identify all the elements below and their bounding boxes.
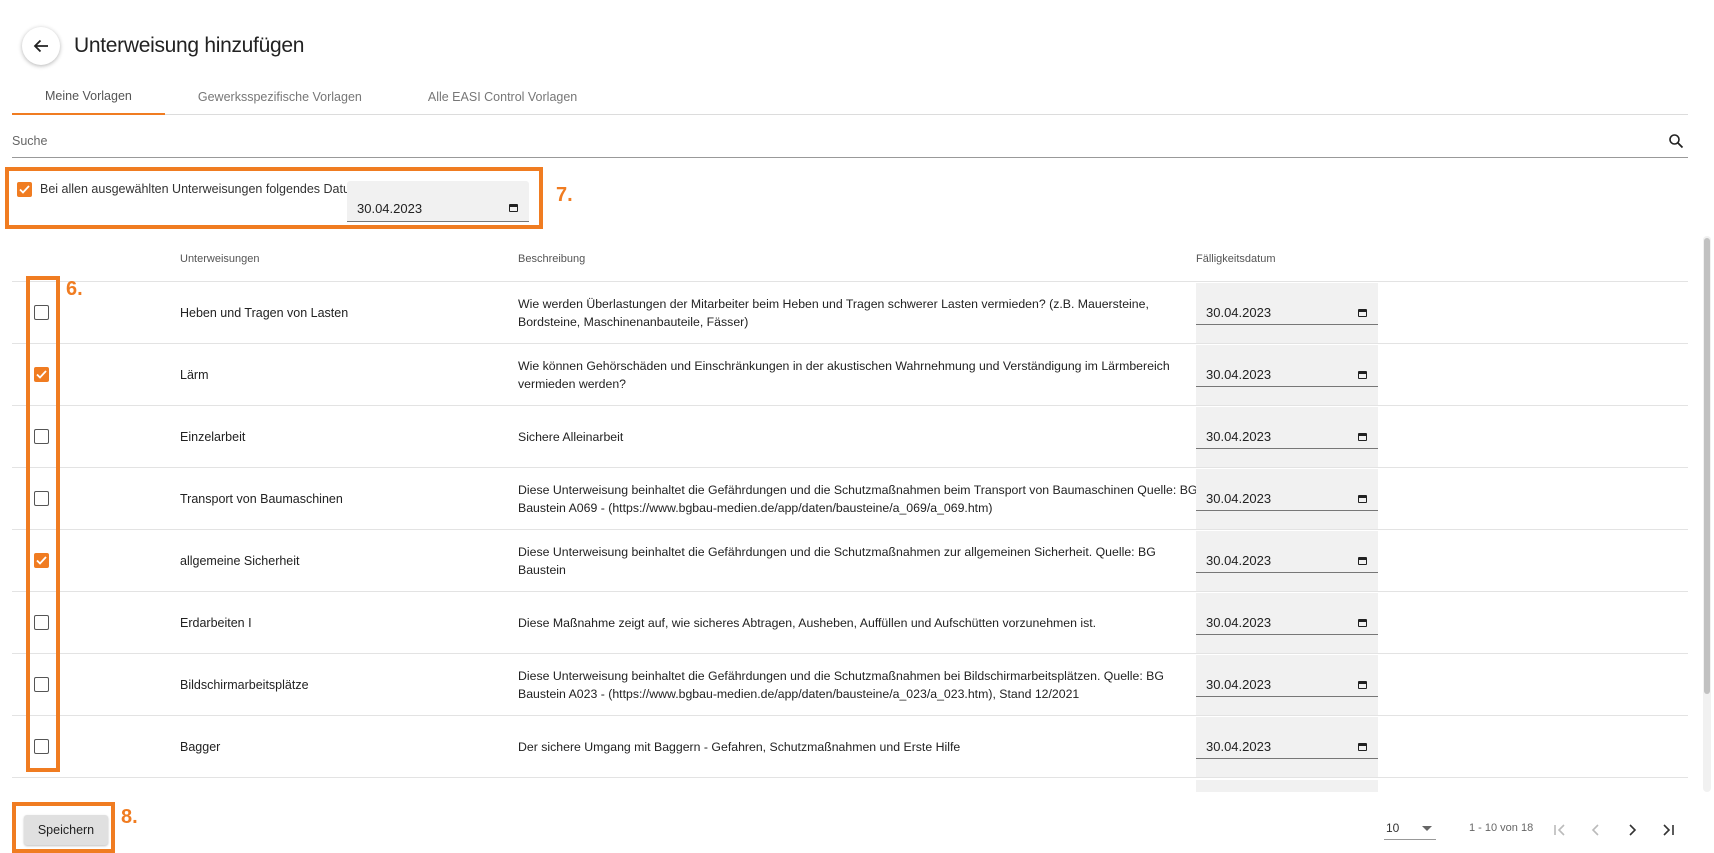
calendar-icon[interactable] [509, 204, 518, 212]
calendar-icon[interactable] [1358, 371, 1367, 379]
row-due-date-value: 30.04.2023 [1206, 491, 1272, 506]
row-name: Einzelarbeit [180, 430, 246, 444]
row-due-date-value: 30.04.2023 [1206, 429, 1272, 444]
row-description: Diese Unterweisung beinhaltet die Gefähr… [518, 669, 1164, 701]
table-row: Lärm Wie können Gehörschäden und Einschrä… [12, 344, 1688, 406]
row-due-date-value: 30.04.2023 [1206, 739, 1272, 754]
page-size-select[interactable]: 10 [1384, 818, 1436, 840]
row-due-date-value: 30.04.2023 [1206, 553, 1272, 568]
row-description: Sichere Alleinarbeit [518, 430, 624, 444]
row-due-date-field[interactable]: 30.04.2023 [1196, 717, 1378, 777]
row-name: Bildschirmarbeitsplätze [180, 678, 309, 692]
row-description: Diese Maßnahme zeigt auf, wie sicheres A… [518, 616, 1097, 630]
row-due-date-field[interactable]: 30.04.2023 [1196, 283, 1378, 343]
table-row: Transport von Baumaschinen Diese Unterwei… [12, 468, 1688, 530]
table-row: Bildschirmarbeitsplätze Diese Unterweisun… [12, 654, 1688, 716]
tab-meine-vorlagen[interactable]: Meine Vorlagen [12, 78, 165, 115]
previous-page-button[interactable] [1584, 818, 1608, 842]
table-header: Unterweisungen Beschreibung Fälligkeitsd… [12, 242, 1688, 282]
annotation-marker-7: 7. [556, 184, 573, 206]
tab-gewerksspezifische-vorlagen[interactable]: Gewerksspezifische Vorlagen [165, 78, 395, 115]
row-due-date-value: 30.04.2023 [1206, 367, 1272, 382]
chevron-left-icon [1591, 824, 1599, 836]
chevron-right-icon [1629, 824, 1637, 836]
table-row: allgemeine Sicherheit Diese Unterweisung … [12, 530, 1688, 592]
first-page-icon [1554, 824, 1565, 836]
row-name: Transport von Baumaschinen [180, 492, 343, 506]
row-description: Der sichere Umgang mit Baggern - Gefahre… [518, 740, 961, 754]
table-row: Heben und Tragen von Lasten Wie werden Üb… [12, 282, 1688, 344]
last-page-button[interactable] [1656, 818, 1680, 842]
row-due-date-field[interactable]: 30.04.2023 [1196, 469, 1378, 529]
bulk-date-checkbox[interactable] [17, 182, 32, 197]
arrow-left-icon [33, 39, 48, 53]
search-input[interactable] [12, 128, 1605, 154]
column-header-faelligkeitsdatum: Fälligkeitsdatum [1196, 253, 1276, 265]
calendar-icon[interactable] [1358, 433, 1367, 441]
checkbox-highlight-frame [26, 276, 60, 772]
table-row: Erdarbeiten I Diese Maßnahme zeigt auf, w… [12, 592, 1688, 654]
first-page-button[interactable] [1548, 818, 1572, 842]
bulk-date-field[interactable]: 30.04.2023 [347, 181, 529, 222]
row-description: Diese Unterweisung beinhaltet die Gefähr… [518, 545, 1156, 577]
row-name: Lärm [180, 368, 209, 382]
scrollbar-thumb[interactable] [1704, 238, 1710, 694]
bulk-date-section: Bei allen ausgewählten Unterweisungen fo… [5, 167, 543, 229]
annotation-marker-6: 6. [66, 278, 83, 300]
row-due-date-field[interactable]: 30.04.2023 [1196, 531, 1378, 591]
annotation-marker-8: 8. [121, 806, 138, 828]
next-page-button[interactable] [1620, 818, 1644, 842]
back-button[interactable] [22, 27, 60, 65]
save-highlight-frame: Speichern [12, 802, 115, 853]
calendar-icon[interactable] [1358, 557, 1367, 565]
bulk-date-value: 30.04.2023 [357, 201, 423, 216]
tab-alle-easi-control-vorlagen[interactable]: Alle EASI Control Vorlagen [395, 78, 610, 115]
row-due-date-field[interactable]: 30.04.2023 [1196, 345, 1378, 405]
calendar-icon[interactable] [1358, 681, 1367, 689]
table-scrollbar[interactable] [1703, 236, 1711, 792]
row-due-date-value: 30.04.2023 [1206, 677, 1272, 692]
search-icon[interactable] [1668, 133, 1684, 154]
row-due-date-field[interactable]: 30.04.2023 [1196, 593, 1378, 653]
last-page-icon [1663, 824, 1674, 836]
pagination-range: 1 - 10 von 18 [1469, 822, 1534, 834]
row-name: allgemeine Sicherheit [180, 554, 300, 568]
page-header: Unterweisung hinzufügen [22, 26, 304, 66]
next-row-date-field [1196, 780, 1378, 792]
calendar-icon[interactable] [1358, 619, 1367, 627]
row-description: Wie können Gehörschäden und Einschränkun… [518, 359, 1170, 391]
table-row: Einzelarbeit Sichere Alleinarbeit 30.04.20… [12, 406, 1688, 468]
row-name: Heben und Tragen von Lasten [180, 306, 349, 320]
page-title: Unterweisung hinzufügen [74, 34, 305, 57]
calendar-icon[interactable] [1358, 743, 1367, 751]
row-due-date-field[interactable]: 30.04.2023 [1196, 407, 1378, 467]
column-header-unterweisungen: Unterweisungen [180, 253, 260, 265]
calendar-icon[interactable] [1358, 309, 1367, 317]
save-button[interactable]: Speichern [24, 815, 108, 845]
tab-bar: Meine Vorlagen Gewerksspezifische Vorlag… [12, 78, 1688, 115]
row-name: Erdarbeiten I [180, 616, 252, 630]
search-bar [12, 128, 1688, 158]
row-description: Diese Unterweisung beinhaltet die Gefähr… [518, 483, 1198, 515]
row-due-date-value: 30.04.2023 [1206, 615, 1272, 630]
page-size-value: 10 [1386, 821, 1400, 835]
row-description: Wie werden Überlastungen der Mitarbeiter… [518, 297, 1149, 329]
table-row: Bagger Der sichere Umgang mit Baggern - G… [12, 716, 1688, 778]
row-due-date-value: 30.04.2023 [1206, 305, 1272, 320]
chevron-down-icon [1422, 826, 1432, 831]
column-header-beschreibung: Beschreibung [518, 253, 586, 265]
calendar-icon[interactable] [1358, 495, 1367, 503]
row-name: Bagger [180, 740, 221, 754]
row-due-date-field[interactable]: 30.04.2023 [1196, 655, 1378, 715]
